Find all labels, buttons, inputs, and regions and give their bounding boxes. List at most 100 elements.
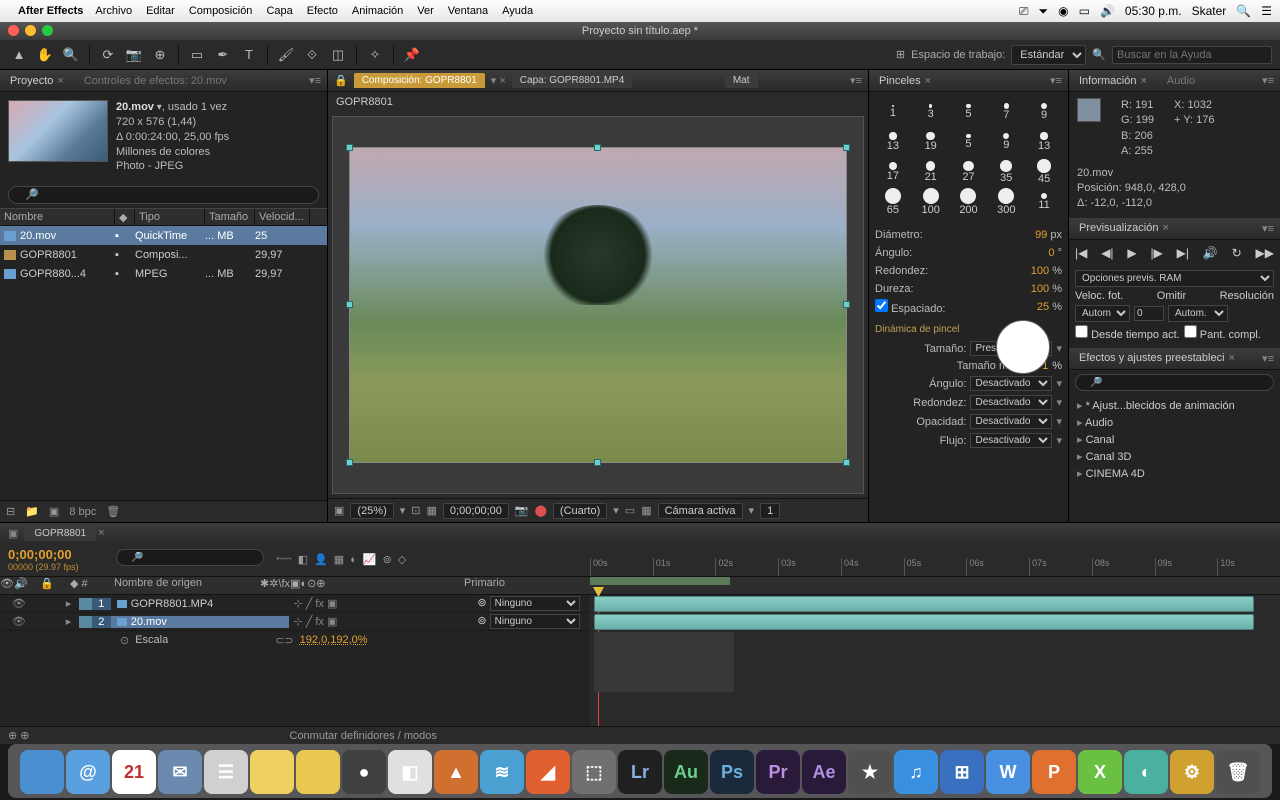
zoom-dropdown[interactable]: (25%) bbox=[350, 503, 393, 519]
spotlight-icon[interactable]: 🔍 bbox=[1236, 4, 1251, 18]
comp-name-breadcrumb[interactable]: GOPR8801 bbox=[328, 92, 868, 112]
workspace-select[interactable]: Estándar bbox=[1011, 45, 1086, 65]
dock-app-icon[interactable] bbox=[250, 750, 294, 794]
graph-editor-icon[interactable]: 📈 bbox=[363, 553, 377, 566]
dock-app-icon[interactable]: ☰ bbox=[204, 750, 248, 794]
hand-tool-icon[interactable]: ✋ bbox=[34, 44, 56, 66]
project-item-row[interactable]: 20.mov▪QuickTime... MB25 bbox=[0, 226, 327, 245]
tab-pinceles[interactable]: Pinceles bbox=[875, 73, 935, 89]
dynamic-select[interactable]: Desactivado bbox=[970, 433, 1052, 448]
brush-preset[interactable]: 13 bbox=[875, 128, 911, 156]
dock-app-icon[interactable]: 21 bbox=[112, 750, 156, 794]
dock-app-icon[interactable]: Au bbox=[664, 750, 708, 794]
interpret-icon[interactable]: ⊟ bbox=[6, 505, 15, 518]
dropdown-icon[interactable]: ⏷ bbox=[1039, 4, 1049, 19]
dock-app-icon[interactable]: X bbox=[1078, 750, 1122, 794]
draft3d-icon[interactable]: ◧ bbox=[298, 553, 308, 566]
menu-ventana[interactable]: Ventana bbox=[448, 5, 488, 17]
time-mark[interactable]: 01s bbox=[653, 558, 716, 576]
brush-preset[interactable]: 100 bbox=[913, 188, 949, 216]
safe-zones-icon[interactable]: ⊡ bbox=[411, 504, 420, 517]
text-tool-icon[interactable]: T bbox=[238, 44, 260, 66]
new-comp-icon[interactable]: ▣ bbox=[49, 505, 59, 518]
brush-preset[interactable]: 13 bbox=[1026, 128, 1062, 156]
transform-handle[interactable] bbox=[843, 144, 850, 151]
effect-category[interactable]: * Ajust...blecidos de animación bbox=[1069, 397, 1280, 414]
loop-button[interactable]: ↻ bbox=[1232, 246, 1242, 260]
composition-viewer[interactable] bbox=[332, 116, 864, 494]
effect-category[interactable]: Canal bbox=[1069, 431, 1280, 448]
frame-blend-icon[interactable]: ▦ bbox=[334, 553, 344, 566]
tab-audio[interactable]: Audio bbox=[1163, 73, 1199, 89]
dock-app-icon[interactable]: @ bbox=[66, 750, 110, 794]
menu-capa[interactable]: Capa bbox=[266, 5, 292, 17]
dynamic-select[interactable]: Desactivado bbox=[970, 414, 1052, 429]
skip-input[interactable] bbox=[1134, 306, 1164, 321]
minimize-window-button[interactable] bbox=[25, 25, 36, 36]
first-frame-button[interactable]: |◀ bbox=[1075, 246, 1087, 260]
brush-preset[interactable]: 5 bbox=[951, 98, 987, 126]
dock-app-icon[interactable]: Ae bbox=[802, 750, 846, 794]
brush-presets-grid[interactable]: 135791319591317212735456510020030011 bbox=[875, 98, 1062, 216]
layer-bar[interactable] bbox=[594, 614, 1254, 630]
folder-icon[interactable]: 📁 bbox=[25, 505, 39, 518]
brush-preset[interactable]: 11 bbox=[1026, 188, 1062, 216]
brush-preset[interactable]: 65 bbox=[875, 188, 911, 216]
next-frame-button[interactable]: |▶ bbox=[1150, 246, 1162, 260]
brush-preset[interactable]: 1 bbox=[875, 98, 911, 126]
transform-property-row[interactable]: ⊙Escala⊂⊃192,0,192,0% bbox=[0, 631, 590, 649]
project-item-list[interactable]: 20.mov▪QuickTime... MB25GOPR8801▪Composi… bbox=[0, 226, 327, 500]
active-camera-dropdown[interactable]: Cámara activa bbox=[658, 503, 743, 519]
brush-preset[interactable]: 7 bbox=[988, 98, 1024, 126]
dock-app-icon[interactable]: ★ bbox=[848, 750, 892, 794]
dock-app-icon[interactable]: Lr bbox=[618, 750, 662, 794]
dock-app-icon[interactable]: ▲ bbox=[434, 750, 478, 794]
transform-handle[interactable] bbox=[843, 301, 850, 308]
channels-icon[interactable]: ⬤ bbox=[535, 504, 547, 517]
macos-dock[interactable]: @21✉☰●◧▲≋◢⬚LrAuPsPrAe★♫⊞WPX◐⚙🗑 bbox=[8, 744, 1272, 798]
spacing-checkbox[interactable] bbox=[875, 299, 888, 312]
battery-icon[interactable]: ▭ bbox=[1079, 4, 1090, 18]
dock-app-icon[interactable]: Pr bbox=[756, 750, 800, 794]
menu-archivo[interactable]: Archivo bbox=[95, 5, 132, 17]
audio-button[interactable]: 🔊 bbox=[1203, 246, 1218, 260]
wifi-icon[interactable]: ◉ bbox=[1058, 4, 1068, 18]
panel-menu-icon[interactable]: ▾≡ bbox=[309, 74, 321, 87]
brainstorm-icon[interactable]: ⊚ bbox=[383, 553, 392, 566]
puppet-tool-icon[interactable]: 📌 bbox=[401, 44, 423, 66]
lock-icon[interactable]: 🔒 bbox=[334, 74, 348, 87]
brush-preset[interactable]: 3 bbox=[913, 98, 949, 126]
brush-preset[interactable]: 27 bbox=[951, 158, 987, 186]
transform-handle[interactable] bbox=[346, 301, 353, 308]
comp-mini-flow-icon[interactable]: ⬳ bbox=[276, 553, 292, 566]
motion-blur-icon[interactable]: ◐ bbox=[350, 554, 357, 566]
comp-canvas[interactable] bbox=[349, 147, 847, 463]
current-time-display[interactable]: 0;00;00;00 00000 (29.97 fps) bbox=[0, 543, 110, 576]
project-item-row[interactable]: GOPR880...4▪MPEG... MB29,97 bbox=[0, 264, 327, 283]
brush-preset[interactable]: 300 bbox=[988, 188, 1024, 216]
fullscreen-checkbox[interactable] bbox=[1184, 325, 1197, 338]
toggle-switches-button[interactable]: Conmutar definidores / modos bbox=[290, 730, 437, 742]
screencast-icon[interactable]: ⎚ bbox=[1019, 4, 1029, 19]
tab-composition[interactable]: Composición: GOPR8801 bbox=[354, 73, 485, 88]
dock-app-icon[interactable]: W bbox=[986, 750, 1030, 794]
always-preview-icon[interactable]: ▣ bbox=[334, 504, 344, 517]
brush-preset[interactable]: 19 bbox=[913, 128, 949, 156]
brush-tool-icon[interactable]: 🖌 bbox=[275, 44, 297, 66]
effects-list[interactable]: * Ajust...blecidos de animaciónAudioCana… bbox=[1069, 395, 1280, 484]
tab-informacion[interactable]: Información bbox=[1075, 73, 1151, 89]
keyframe-area[interactable] bbox=[594, 632, 734, 692]
rectangle-tool-icon[interactable]: ▭ bbox=[186, 44, 208, 66]
twirl-icon[interactable]: ⊕ ⊕ bbox=[8, 729, 30, 742]
brush-preset[interactable]: 200 bbox=[951, 188, 987, 216]
dock-app-icon[interactable]: ♫ bbox=[894, 750, 938, 794]
resolution-select[interactable]: Autom. bbox=[1168, 305, 1228, 322]
brush-preset[interactable]: 17 bbox=[875, 158, 911, 186]
trash-icon[interactable]: 🗑 bbox=[106, 505, 120, 518]
timeline-tab[interactable]: GOPR8801 bbox=[24, 526, 96, 541]
dock-app-icon[interactable]: ● bbox=[342, 750, 386, 794]
dock-app-icon[interactable]: ✉ bbox=[158, 750, 202, 794]
timeline-layer-row[interactable]: 👁▸ 220.mov⊹ ╱ fx ▣⊚ Ninguno bbox=[0, 613, 590, 631]
play-button[interactable]: ▶ bbox=[1127, 246, 1136, 260]
auto-keyframe-icon[interactable]: ◇ bbox=[398, 553, 406, 566]
